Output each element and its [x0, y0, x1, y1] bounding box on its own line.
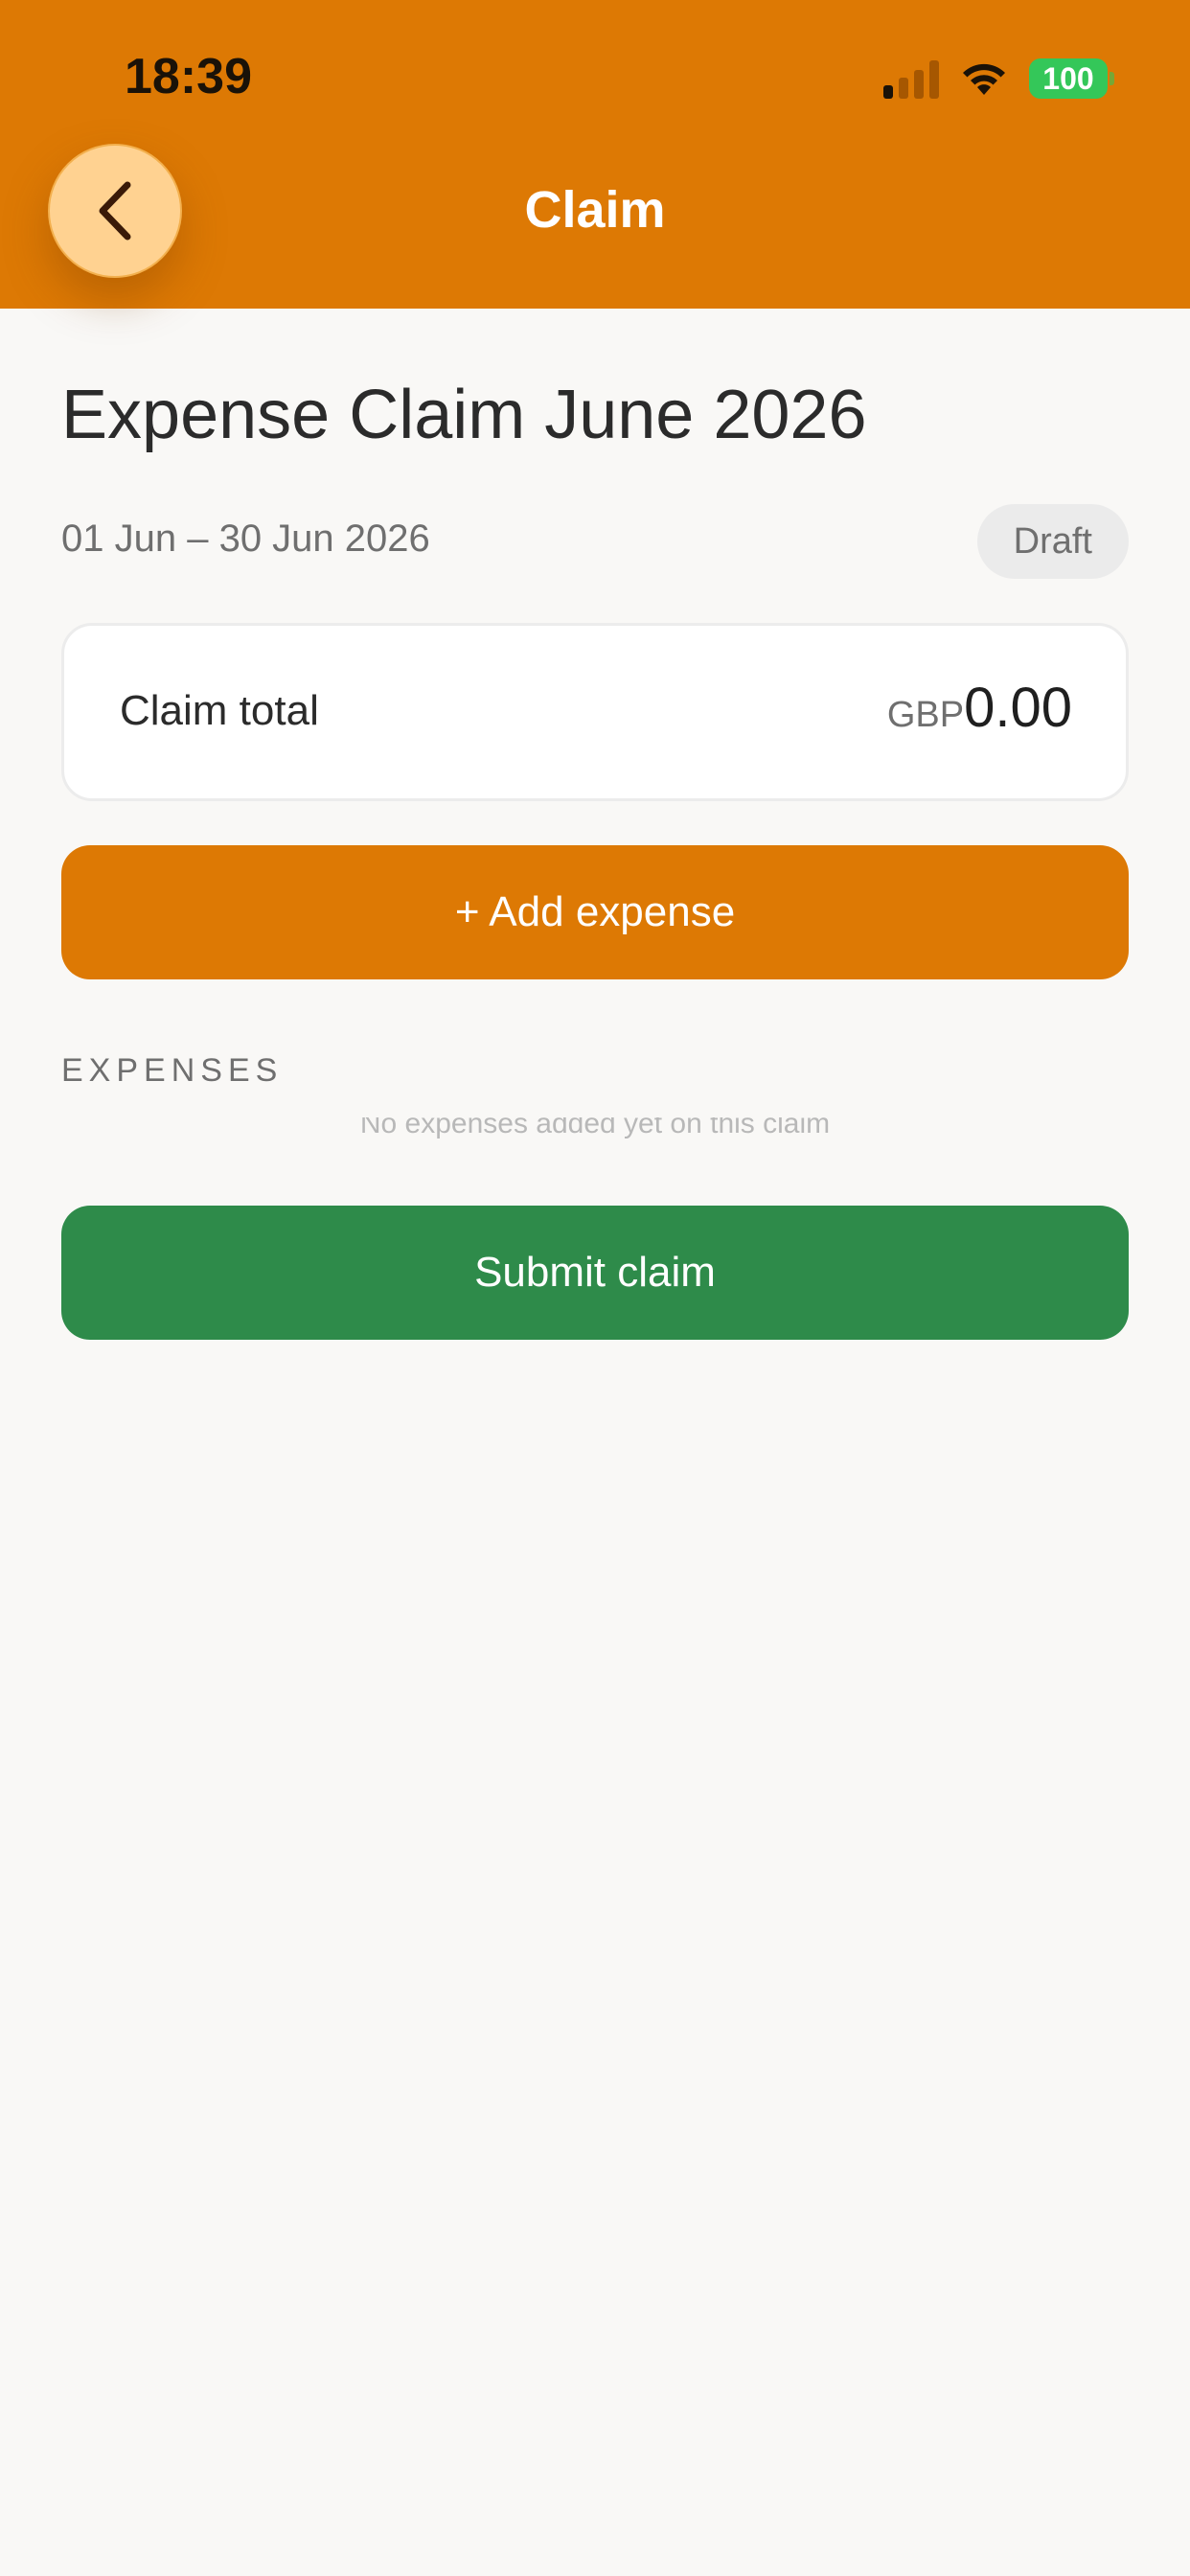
cellular-signal-icon: [883, 58, 939, 99]
wifi-icon: [963, 63, 1005, 95]
battery-icon: 100: [1029, 58, 1114, 99]
claim-period: 01 Jun – 30 Jun 2026: [61, 518, 430, 560]
claim-total-currency: GBP: [886, 695, 965, 735]
claim-total-value: 0.00: [964, 677, 1072, 739]
status-time: 18:39: [125, 49, 252, 104]
claim-title: Expense Claim June 2026: [61, 377, 867, 453]
claim-total-amount: GBP 0.00: [887, 676, 1072, 740]
claim-total-label: Claim total: [120, 687, 319, 734]
expenses-empty-text: No expenses added yet on this claim: [359, 1117, 831, 1138]
page-title: Claim: [524, 181, 666, 239]
add-expense-button[interactable]: + Add expense: [61, 845, 1129, 979]
submit-claim-button[interactable]: Submit claim: [61, 1206, 1129, 1340]
status-badge: Draft: [976, 504, 1129, 579]
claim-total-card: Claim total GBP 0.00: [61, 623, 1129, 801]
status-icons: 100: [883, 56, 1114, 102]
status-badge-label: Draft: [1013, 520, 1092, 562]
expenses-section-label: EXPENSES: [61, 1052, 284, 1089]
battery-level: 100: [1042, 60, 1094, 96]
app-header: 18:39 100 Claim: [0, 0, 1190, 309]
